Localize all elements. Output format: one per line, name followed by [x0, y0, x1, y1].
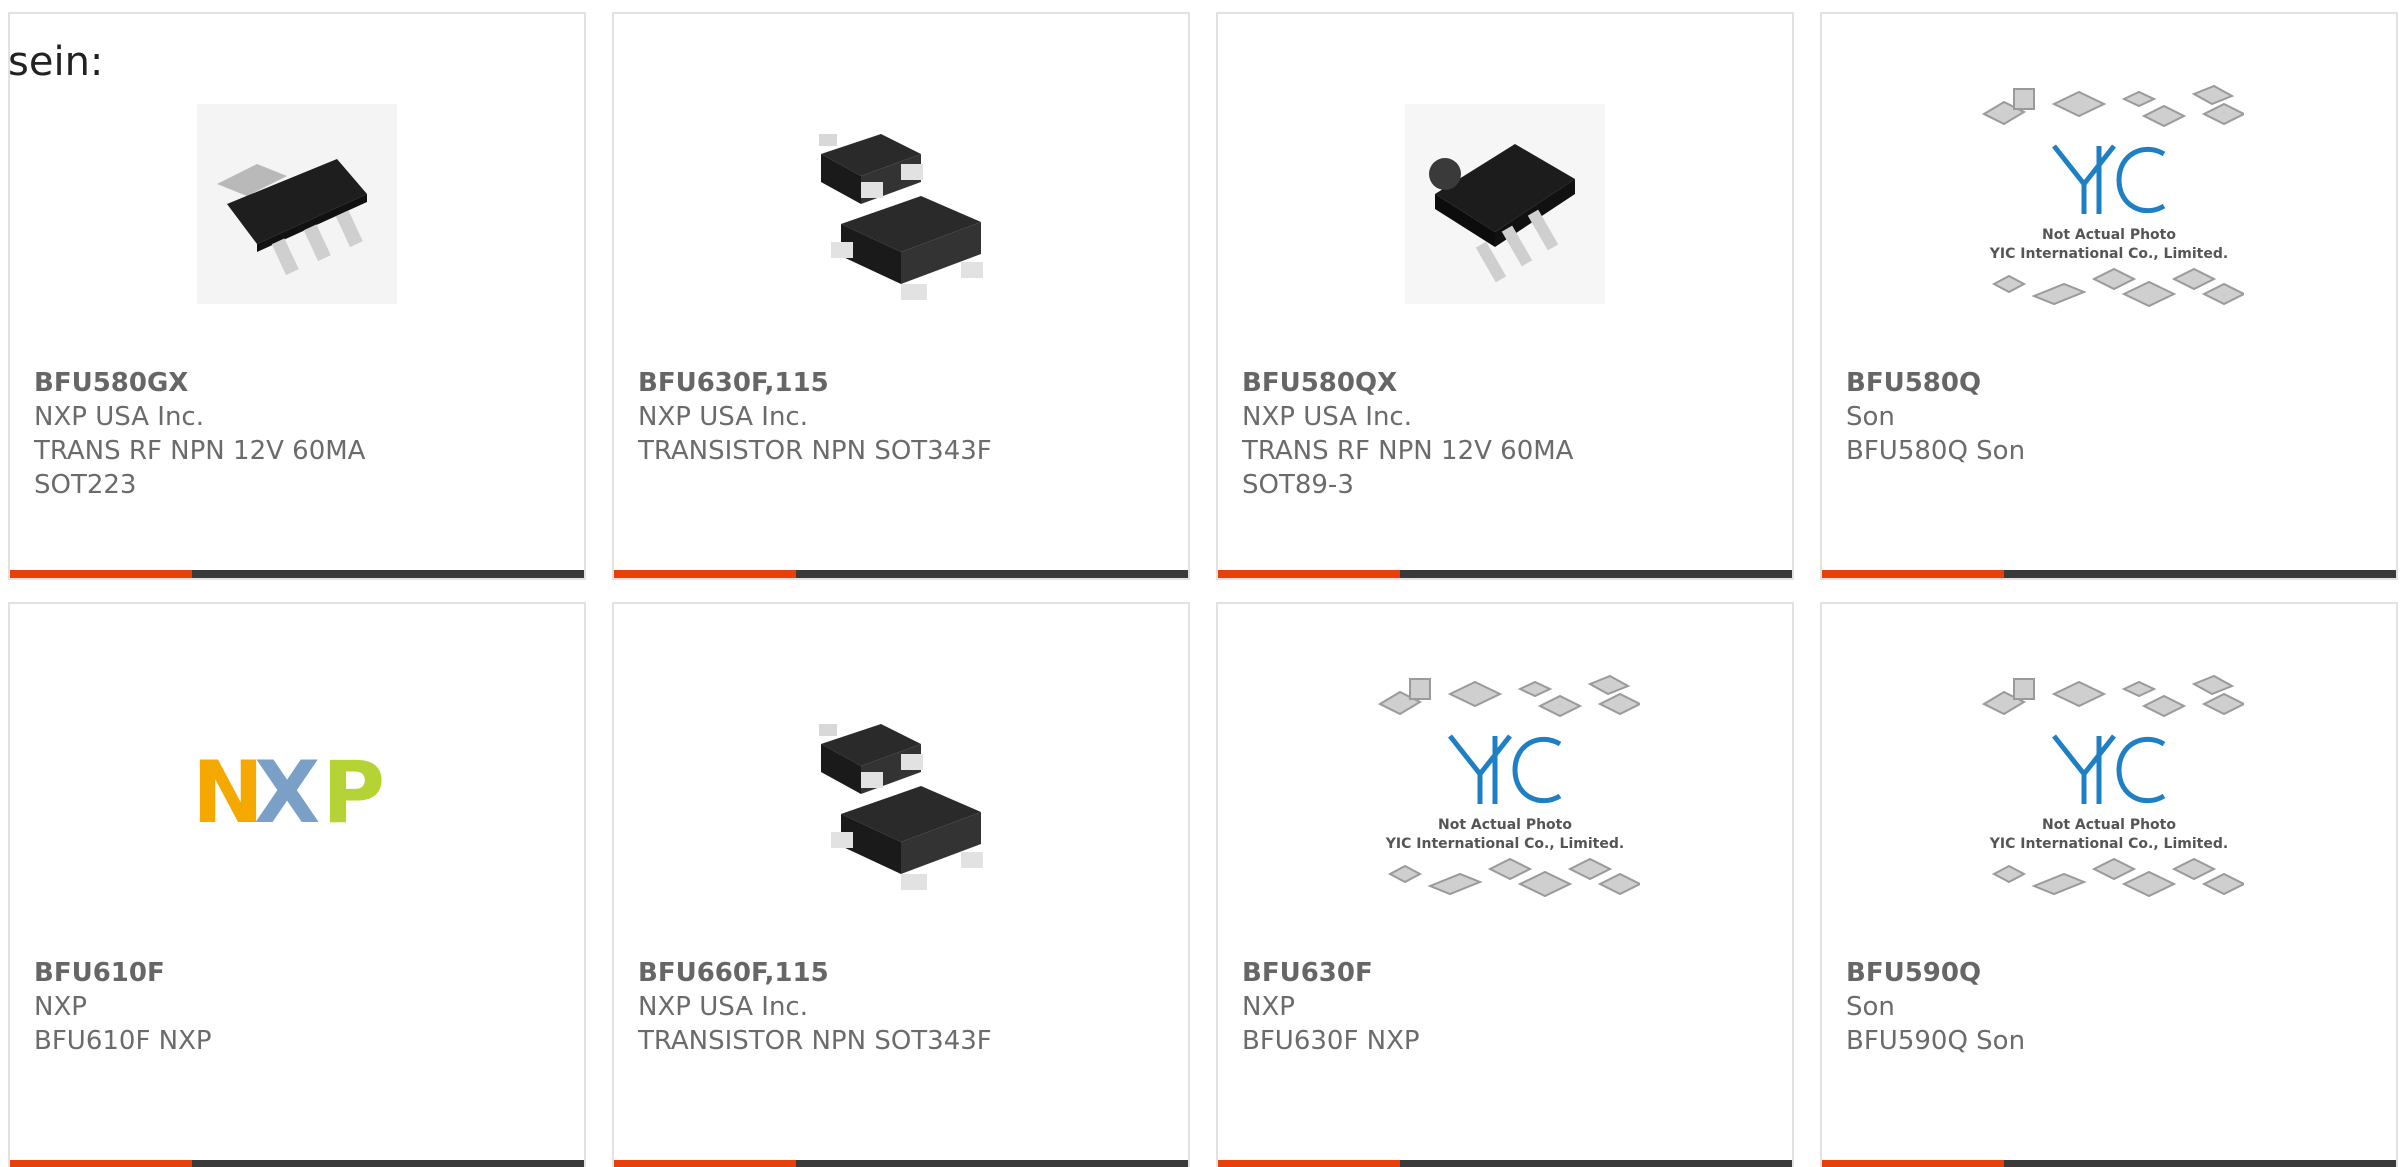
product-image [614, 74, 1188, 334]
part-number[interactable]: BFU630F [1242, 956, 1602, 990]
card-bottom-bar [10, 1160, 584, 1167]
card-accent-bar [1822, 1160, 2004, 1167]
card-bottom-bar [614, 570, 1188, 578]
manufacturer: NXP [34, 992, 87, 1022]
placeholder-line2: YIC International Co., Limited. [1989, 246, 2228, 262]
nxp-logo-icon: N X P [192, 754, 385, 834]
card-accent-bar [1218, 1160, 1400, 1167]
card-bottom-bar [1822, 570, 2396, 578]
card-bottom-bar [10, 570, 584, 578]
product-image: Not Actual Photo YIC International Co., … [1218, 664, 1792, 924]
part-number[interactable]: BFU580Q [1846, 366, 2206, 400]
product-image [1218, 74, 1792, 334]
product-grid-page: sein: BFU580GX NXP USA Inc. TRANS RF NPN… [0, 0, 2400, 1167]
manufacturer: NXP USA Inc. [1242, 402, 1412, 432]
card-bottom-bar [1218, 570, 1792, 578]
placeholder-line1: Not Actual Photo [2042, 227, 2176, 243]
product-card[interactable]: N X P BFU610F NXP BFU610F NXP [8, 602, 586, 1167]
manufacturer: NXP USA Inc. [638, 402, 808, 432]
card-accent-bar [10, 1160, 192, 1167]
product-card[interactable]: BFU630F,115 NXP USA Inc. TRANSISTOR NPN … [612, 12, 1190, 580]
description: BFU590Q Son [1846, 1026, 2026, 1056]
nxp-logo-x: X [254, 754, 320, 834]
card-accent-bar [1218, 570, 1400, 578]
description: TRANSISTOR NPN SOT343F [638, 436, 992, 466]
card-bottom-bar [1218, 1160, 1792, 1167]
card-accent-bar [10, 570, 192, 578]
placeholder-line1: Not Actual Photo [1438, 817, 1572, 833]
card-bottom-bar [614, 1160, 1188, 1167]
product-image [614, 664, 1188, 924]
description: BFU580Q Son [1846, 436, 2026, 466]
manufacturer: NXP USA Inc. [34, 402, 204, 432]
product-card[interactable]: BFU660F,115 NXP USA Inc. TRANSISTOR NPN … [612, 602, 1190, 1167]
manufacturer: Son [1846, 402, 1895, 432]
part-number[interactable]: BFU610F [34, 956, 394, 990]
description: TRANS RF NPN 12V 60MA SOT89-3 [1242, 436, 1574, 500]
product-card[interactable]: Not Actual Photo YIC International Co., … [1820, 12, 2398, 580]
product-image: N X P [10, 664, 584, 924]
part-number[interactable]: BFU630F,115 [638, 366, 998, 400]
product-card[interactable]: BFU580QX NXP USA Inc. TRANS RF NPN 12V 6… [1216, 12, 1794, 580]
nxp-logo-p: P [322, 754, 385, 834]
description: TRANSISTOR NPN SOT343F [638, 1026, 992, 1056]
description: BFU630F NXP [1242, 1026, 1420, 1056]
product-card[interactable]: BFU580GX NXP USA Inc. TRANS RF NPN 12V 6… [8, 12, 586, 580]
product-image: Not Actual Photo YIC International Co., … [1822, 74, 2396, 334]
description: TRANS RF NPN 12V 60MA SOT223 [34, 436, 366, 500]
manufacturer: NXP USA Inc. [638, 992, 808, 1022]
manufacturer: NXP [1242, 992, 1295, 1022]
product-grid: BFU580GX NXP USA Inc. TRANS RF NPN 12V 6… [8, 12, 2398, 1167]
card-accent-bar [1822, 570, 2004, 578]
card-bottom-bar [1822, 1160, 2396, 1167]
manufacturer: Son [1846, 992, 1895, 1022]
placeholder-line2: YIC International Co., Limited. [1385, 836, 1624, 852]
product-card[interactable]: Not Actual Photo YIC International Co., … [1216, 602, 1794, 1167]
placeholder-line2: YIC International Co., Limited. [1989, 836, 2228, 852]
product-image: Not Actual Photo YIC International Co., … [1822, 664, 2396, 924]
placeholder-line1: Not Actual Photo [2042, 817, 2176, 833]
description: BFU610F NXP [34, 1026, 212, 1056]
product-card[interactable]: Not Actual Photo YIC International Co., … [1820, 602, 2398, 1167]
part-number[interactable]: BFU590Q [1846, 956, 2206, 990]
part-number[interactable]: BFU580GX [34, 366, 394, 400]
product-image [10, 74, 584, 334]
card-accent-bar [614, 1160, 796, 1167]
part-number[interactable]: BFU660F,115 [638, 956, 998, 990]
card-accent-bar [614, 570, 796, 578]
intro-text: sein: [8, 39, 104, 85]
part-number[interactable]: BFU580QX [1242, 366, 1602, 400]
